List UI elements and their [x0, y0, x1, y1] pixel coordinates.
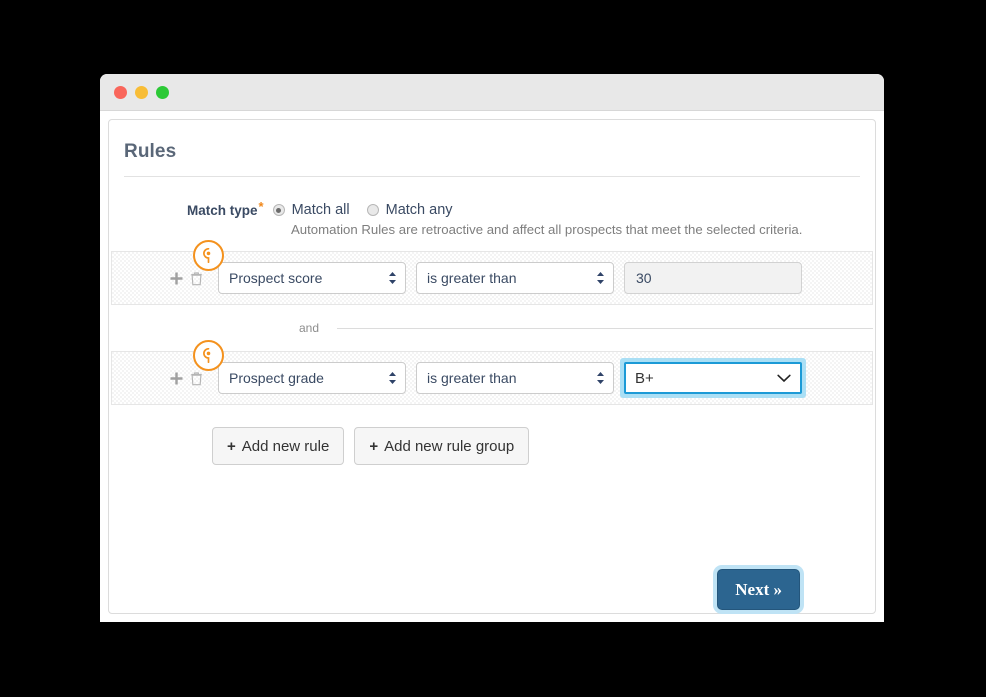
map-pin-icon — [193, 240, 224, 271]
radio-match-any-indicator[interactable] — [366, 204, 379, 216]
match-type-helper-text: Automation Rules are retroactive and aff… — [291, 222, 803, 237]
map-pin-icon — [193, 340, 224, 371]
rule-operator-select[interactable]: is greater than — [416, 362, 614, 394]
next-button[interactable]: Next » — [717, 569, 800, 610]
chevron-down-icon — [777, 370, 791, 387]
radio-match-all-indicator[interactable] — [272, 204, 285, 216]
rule-field-select[interactable]: Prospect score — [218, 262, 406, 294]
next-button-wrapper: Next » — [717, 569, 800, 610]
match-type-row: Match type* Match all Match any — [109, 199, 875, 218]
rule-field-select[interactable]: Prospect grade — [218, 362, 406, 394]
select-spinner-icon — [388, 271, 397, 285]
trash-icon[interactable] — [189, 371, 204, 386]
radio-match-any-label: Match any — [385, 202, 453, 218]
required-asterisk: * — [258, 199, 264, 214]
select-spinner-icon — [596, 271, 605, 285]
rule-operator-select[interactable]: is greater than — [416, 262, 614, 294]
rule-row: Prospect grade is greater than B+ — [111, 340, 873, 405]
rule-group: Prospect score is greater than 30 and Pr… — [109, 240, 875, 405]
plus-icon[interactable] — [169, 271, 184, 286]
browser-window: Rules Match type* Match all Match any Au… — [100, 74, 884, 622]
rule-operator-value: is greater than — [427, 370, 517, 386]
minimize-window-button[interactable] — [135, 85, 148, 99]
rule-value-input[interactable]: 30 — [624, 262, 802, 294]
map-pin-glyph — [203, 248, 211, 263]
radio-match-any[interactable]: Match any — [366, 202, 453, 218]
add-new-rule-group-label: Add new rule group — [384, 437, 515, 455]
plus-icon: + — [227, 437, 236, 455]
plus-icon: + — [369, 437, 379, 455]
rule-row: Prospect score is greater than 30 — [111, 240, 873, 305]
match-type-label-text: Match type — [187, 203, 258, 218]
close-window-button[interactable] — [114, 85, 127, 99]
rule-action-buttons: + Add new rule + Add new rule group — [109, 427, 875, 465]
rule-field-value: Prospect grade — [229, 370, 324, 386]
rule-joiner-label: and — [299, 321, 320, 335]
page-title: Rules — [124, 141, 177, 162]
add-new-rule-group-button[interactable]: + Add new rule group — [354, 427, 530, 465]
add-new-rule-button[interactable]: + Add new rule — [212, 427, 345, 465]
select-spinner-icon — [596, 371, 605, 385]
rule-row-icons — [169, 371, 204, 386]
rule-value-select-value: B+ — [635, 369, 654, 387]
radio-match-all[interactable]: Match all — [272, 202, 350, 218]
rule-operator-value: is greater than — [427, 270, 517, 286]
rule-field-value: Prospect score — [229, 270, 323, 286]
rule-joiner: and — [109, 305, 875, 351]
rule-value-select-focus-ring: B+ — [620, 358, 806, 398]
trash-icon[interactable] — [189, 271, 204, 286]
rule-value-select[interactable]: B+ — [624, 362, 802, 394]
add-new-rule-label: Add new rule — [241, 437, 330, 455]
rule-row-icons — [169, 271, 204, 286]
match-type-label: Match type* — [187, 199, 264, 218]
rule-joiner-divider — [337, 327, 873, 329]
title-divider — [124, 176, 860, 177]
map-pin-glyph — [203, 348, 211, 363]
radio-match-all-label: Match all — [291, 202, 350, 218]
window-titlebar — [100, 74, 884, 111]
maximize-window-button[interactable] — [156, 85, 169, 99]
rules-card: Rules Match type* Match all Match any Au… — [108, 119, 876, 614]
plus-icon[interactable] — [169, 371, 184, 386]
select-spinner-icon — [388, 371, 397, 385]
match-type-radio-group: Match all Match any — [272, 201, 470, 218]
